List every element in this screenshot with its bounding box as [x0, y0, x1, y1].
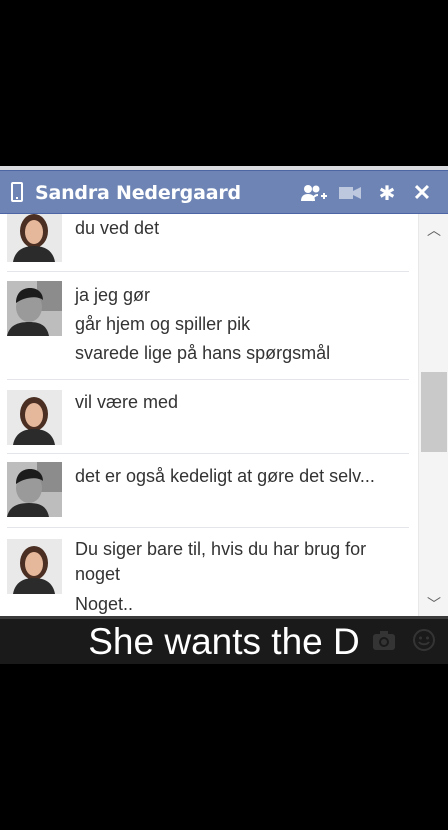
scrollbar-thumb[interactable] [421, 372, 447, 452]
phone-icon [11, 182, 23, 202]
message-group: det er også kedeligt at gøre det selv... [0, 454, 418, 527]
chat-window: Sandra Nedergaard ✱ ✕ du ved det ja jeg … [0, 166, 448, 664]
close-icon[interactable]: ✕ [410, 180, 434, 205]
message-text: vil være med [75, 392, 179, 412]
chevron-up-icon[interactable]: ︿ [419, 220, 448, 238]
message-text: svarede lige på hans spørgsmål [75, 343, 331, 363]
message-group: du ved det [0, 214, 418, 272]
avatar-sandra[interactable] [7, 539, 62, 594]
message-group: Du siger bare til, hvis du har brug for … [0, 528, 418, 616]
message-text: Noget.. [75, 594, 134, 614]
message-text: ja jeg gør [75, 285, 151, 305]
message-text: det er også kedeligt at gøre det selv... [75, 466, 375, 486]
message-group: ja jeg gør går hjem og spiller pik svare… [0, 272, 418, 379]
caption-overlay: She wants the D [0, 619, 448, 664]
contact-name[interactable]: Sandra Nedergaard [35, 181, 241, 205]
video-icon[interactable] [338, 181, 362, 205]
chevron-down-icon[interactable]: ﹀ [419, 594, 448, 612]
avatar-me[interactable] [7, 462, 62, 517]
message-text: Du siger bare til, hvis du har brug for … [75, 539, 367, 584]
scrollbar[interactable]: ︿ ﹀ [418, 214, 448, 616]
message-text: du ved det [75, 218, 160, 238]
avatar-me[interactable] [7, 281, 62, 336]
add-people-icon[interactable] [299, 181, 329, 205]
chat-header[interactable]: Sandra Nedergaard ✱ ✕ [0, 170, 448, 214]
avatar-sandra[interactable] [7, 214, 62, 262]
message-text: går hjem og spiller pik [75, 314, 251, 334]
message-group: vil være med [0, 380, 418, 453]
settings-icon[interactable]: ✱ [375, 181, 399, 205]
message-list[interactable]: du ved det ja jeg gør går hjem og spille… [0, 214, 418, 616]
avatar-sandra[interactable] [7, 390, 62, 445]
